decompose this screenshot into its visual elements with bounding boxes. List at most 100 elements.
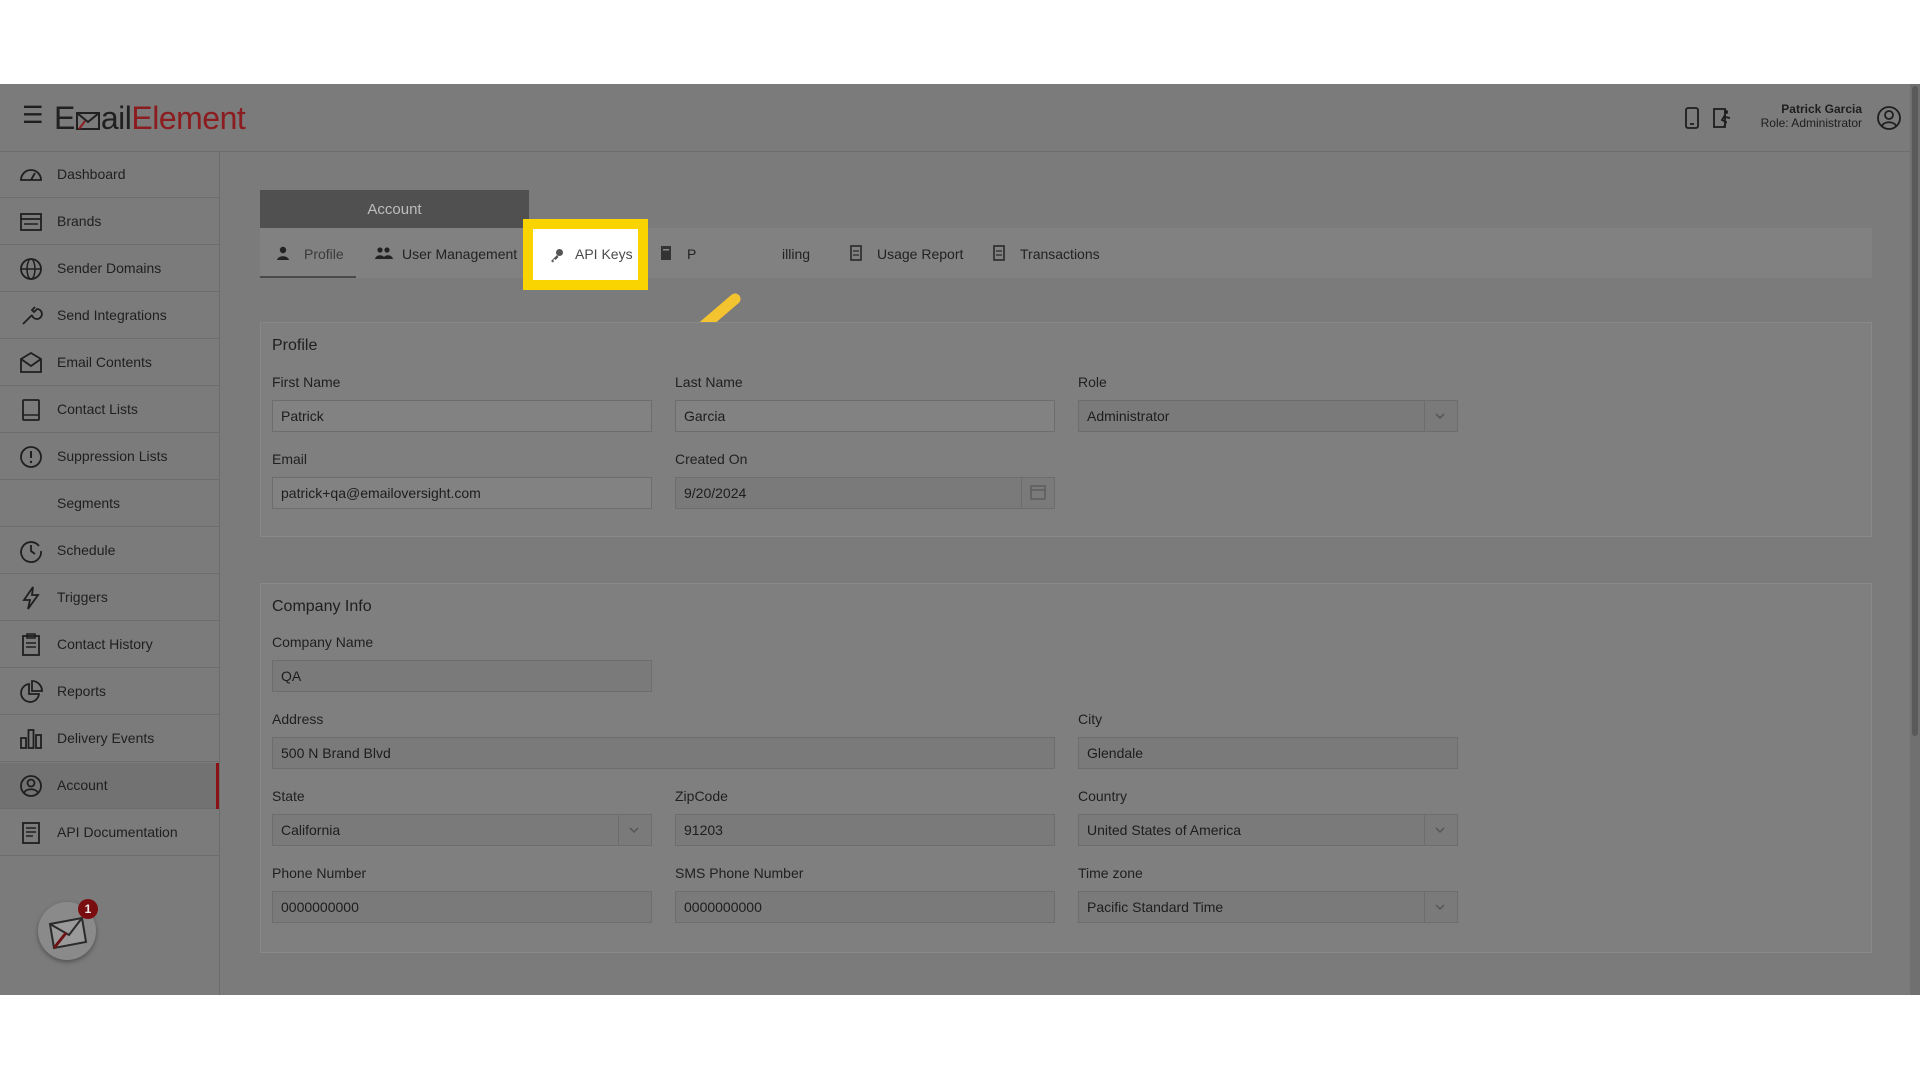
sidebar-item-label: Reports bbox=[57, 683, 107, 699]
bar-chart-icon bbox=[20, 729, 42, 749]
state-select[interactable]: California bbox=[272, 814, 652, 846]
email-label: Email bbox=[272, 451, 308, 467]
sidebar-item-account[interactable]: Account bbox=[0, 763, 219, 809]
chevron-down-icon[interactable] bbox=[1424, 401, 1457, 431]
sidebar: Dashboard Brands Sender Domains Send Int… bbox=[0, 152, 220, 995]
tab-label: Transactions bbox=[1020, 246, 1100, 262]
vertical-scrollbar[interactable] bbox=[1910, 84, 1920, 995]
sidebar-item-delivery-events[interactable]: Delivery Events bbox=[0, 716, 219, 762]
logo-text-e: E bbox=[54, 100, 75, 136]
sms-phone-input[interactable]: 0000000000 bbox=[675, 891, 1055, 923]
pie-chart-icon bbox=[20, 680, 43, 703]
chevron-down-icon[interactable] bbox=[618, 815, 651, 845]
tab-label: API Keys bbox=[575, 246, 633, 262]
tab-transactions[interactable]: Transactions bbox=[991, 228, 1111, 278]
document-icon bbox=[22, 822, 40, 844]
scrollbar-thumb[interactable] bbox=[1912, 86, 1918, 736]
country-select[interactable]: United States of America bbox=[1078, 814, 1458, 846]
sidebar-item-schedule[interactable]: Schedule bbox=[0, 528, 219, 574]
first-name-input[interactable]: Patrick bbox=[272, 400, 652, 432]
wrench-icon bbox=[22, 306, 43, 325]
app-logo[interactable]: EailElement bbox=[54, 100, 246, 136]
state-label: State bbox=[272, 788, 305, 804]
logo-envelope-icon bbox=[75, 112, 100, 130]
sidebar-item-label: Schedule bbox=[57, 542, 116, 558]
email-input[interactable]: patrick+qa@emailoversight.com bbox=[272, 477, 652, 509]
country-label: Country bbox=[1078, 788, 1128, 804]
sidebar-item-sender-domains[interactable]: Sender Domains bbox=[0, 246, 219, 292]
logout-runner-icon[interactable] bbox=[1711, 106, 1735, 130]
sidebar-item-contact-lists[interactable]: Contact Lists bbox=[0, 387, 219, 433]
chevron-down-icon[interactable] bbox=[1424, 892, 1457, 922]
country-value: United States of America bbox=[1087, 822, 1242, 838]
account-tabbar: Profile User Management P illing Usage R… bbox=[260, 228, 1872, 278]
tab-billing[interactable]: illing bbox=[766, 228, 826, 278]
sidebar-item-label: Suppression Lists bbox=[57, 448, 168, 464]
sidebar-item-label: Segments bbox=[57, 495, 121, 511]
sidebar-item-api-documentation[interactable]: API Documentation bbox=[0, 810, 219, 856]
sidebar-item-label: Email Contents bbox=[57, 354, 152, 370]
mobile-phone-icon[interactable] bbox=[1680, 106, 1704, 130]
created-on-value: 9/20/2024 bbox=[684, 485, 747, 501]
address-input[interactable]: 500 N Brand Blvd bbox=[272, 737, 1055, 769]
city-input[interactable]: Glendale bbox=[1078, 737, 1458, 769]
phone-number-label: Phone Number bbox=[272, 865, 367, 881]
sidebar-item-label: Delivery Events bbox=[57, 730, 155, 746]
top-header: ☰ EailElement Patrick Garcia Role: Admin… bbox=[0, 84, 1920, 152]
user-icon bbox=[277, 246, 289, 260]
sidebar-item-suppression-lists[interactable]: Suppression Lists bbox=[0, 434, 219, 480]
logo-text-element: Element bbox=[131, 100, 246, 136]
sidebar-item-label: Contact History bbox=[57, 636, 153, 652]
tab-label: Usage Report bbox=[877, 246, 964, 262]
globe-icon bbox=[20, 258, 42, 280]
sidebar-item-contact-history[interactable]: Contact History bbox=[0, 622, 219, 668]
timezone-label: Time zone bbox=[1078, 865, 1143, 881]
timezone-select[interactable]: Pacific Standard Time bbox=[1078, 891, 1458, 923]
user-circle-icon bbox=[20, 775, 42, 797]
calendar-icon[interactable] bbox=[1021, 478, 1054, 508]
tab-profile[interactable]: Profile bbox=[260, 228, 356, 278]
user-info[interactable]: Patrick Garcia Role: Administrator bbox=[1761, 102, 1862, 130]
timezone-value: Pacific Standard Time bbox=[1087, 899, 1224, 915]
tab-user-management[interactable]: User Management bbox=[374, 228, 524, 278]
dashboard-gauge-icon bbox=[20, 169, 42, 181]
receipt-icon bbox=[993, 245, 1005, 261]
sidebar-item-send-integrations[interactable]: Send Integrations bbox=[0, 293, 219, 339]
zipcode-label: ZipCode bbox=[675, 788, 728, 804]
last-name-input[interactable]: Garcia bbox=[675, 400, 1055, 432]
sidebar-item-email-contents[interactable]: Email Contents bbox=[0, 340, 219, 386]
lightning-icon bbox=[22, 586, 40, 610]
role-label: Role bbox=[1078, 374, 1107, 390]
city-label: City bbox=[1078, 711, 1103, 727]
brands-card-icon bbox=[20, 213, 42, 231]
alert-circle-icon bbox=[20, 446, 42, 468]
zipcode-input[interactable]: 91203 bbox=[675, 814, 1055, 846]
created-on-input[interactable]: 9/20/2024 bbox=[675, 477, 1055, 509]
company-name-input[interactable]: QA bbox=[272, 660, 652, 692]
created-on-label: Created On bbox=[675, 451, 748, 467]
sidebar-item-dashboard[interactable]: Dashboard bbox=[0, 152, 219, 198]
user-role: Role: Administrator bbox=[1760, 116, 1862, 130]
tab-usage-report[interactable]: Usage Report bbox=[848, 228, 978, 278]
sidebar-item-label: Brands bbox=[57, 213, 102, 229]
tab-api-keys[interactable]: API Keys bbox=[533, 229, 638, 280]
sidebar-item-triggers[interactable]: Triggers bbox=[0, 575, 219, 621]
phone-number-input[interactable]: 0000000000 bbox=[272, 891, 652, 923]
user-name: Patrick Garcia bbox=[1781, 102, 1862, 116]
clock-icon bbox=[20, 541, 42, 563]
key-icon bbox=[551, 249, 563, 263]
tab-plans[interactable]: P bbox=[658, 228, 698, 278]
sidebar-item-brands[interactable]: Brands bbox=[0, 199, 219, 245]
sidebar-item-segments[interactable]: Segments bbox=[0, 481, 219, 527]
user-avatar-icon[interactable] bbox=[1876, 105, 1902, 131]
state-value: California bbox=[281, 822, 341, 838]
sidebar-item-reports[interactable]: Reports bbox=[0, 669, 219, 715]
document-icon bbox=[661, 246, 671, 260]
chevron-down-icon[interactable] bbox=[1424, 815, 1457, 845]
hamburger-menu-icon[interactable]: ☰ bbox=[22, 104, 44, 128]
book-icon bbox=[22, 399, 40, 421]
sms-phone-label: SMS Phone Number bbox=[675, 865, 804, 881]
receipt-icon bbox=[850, 245, 862, 261]
profile-panel: Profile First Name Patrick Last Name Gar… bbox=[260, 322, 1872, 537]
role-select[interactable]: Administrator bbox=[1078, 400, 1458, 432]
